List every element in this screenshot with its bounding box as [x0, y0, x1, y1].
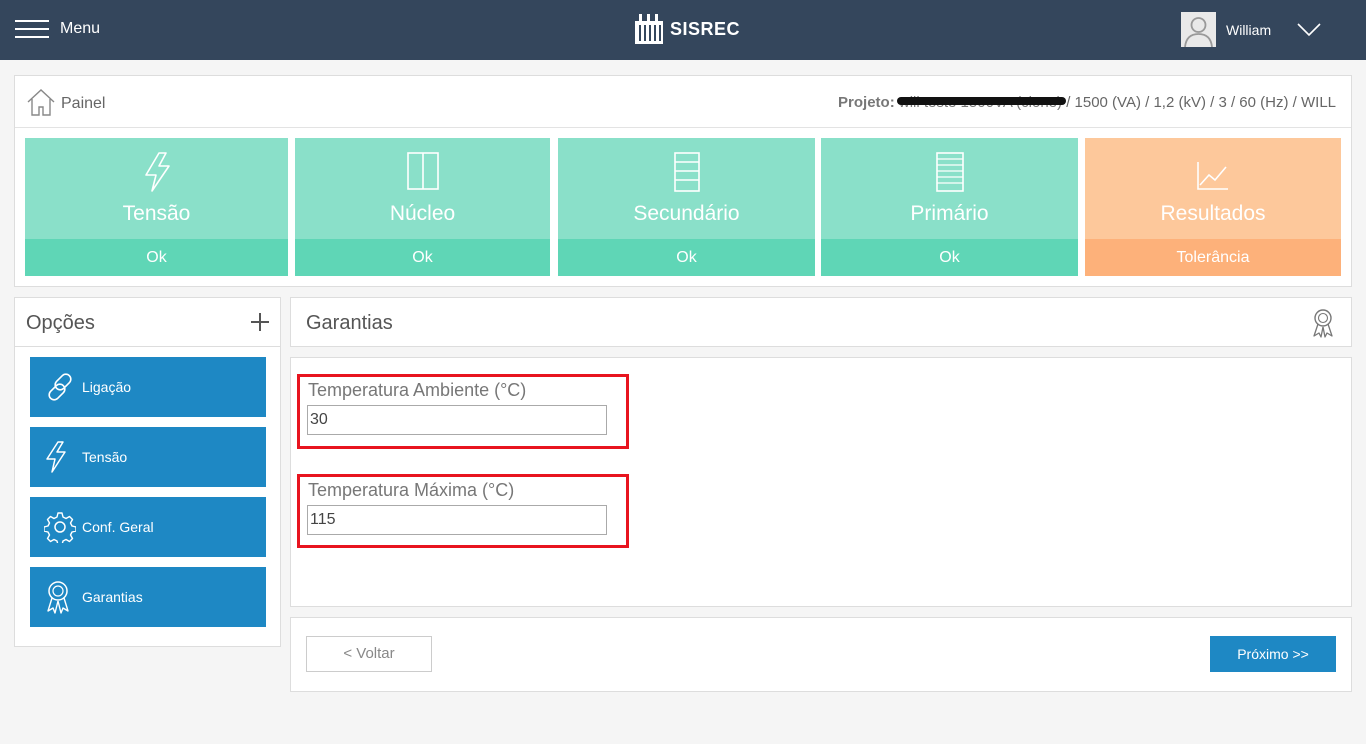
- step-secundario[interactable]: Secundário Ok: [558, 138, 815, 276]
- step-status: Tolerância: [1085, 239, 1341, 276]
- divider: [15, 127, 1351, 128]
- lightning-icon: [46, 441, 66, 473]
- step-title: Tensão: [122, 202, 191, 225]
- step-title: Resultados: [1160, 202, 1266, 225]
- step-status: Ok: [295, 239, 550, 276]
- step-status: Ok: [821, 239, 1078, 276]
- step-resultados[interactable]: Resultados Tolerância: [1085, 138, 1341, 276]
- core-icon: [406, 152, 439, 190]
- ambient-temperature-label: Temperatura Ambiente (°C): [308, 380, 527, 400]
- lightning-icon: [144, 152, 170, 192]
- project-details: / 1500 (VA) / 1,2 (kV) / 3 / 60 (Hz) / W…: [1066, 94, 1336, 111]
- step-status: Ok: [25, 239, 288, 276]
- step-title: Secundário: [633, 202, 740, 225]
- step-primario[interactable]: Primário Ok: [821, 138, 1078, 276]
- user-name: William: [1226, 21, 1272, 38]
- option-label: Ligação: [82, 379, 132, 395]
- option-label: Garantias: [82, 589, 143, 605]
- avatar: [1181, 12, 1216, 47]
- transformer-icon: [635, 14, 663, 44]
- max-temperature-input[interactable]: [307, 505, 607, 535]
- max-temperature-label: Temperatura Máxima (°C): [308, 480, 515, 500]
- ambient-temperature-field: Temperatura Ambiente (°C): [297, 374, 629, 449]
- option-garantias[interactable]: Garantias: [30, 567, 266, 627]
- top-bar: Menu SISREC William: [0, 0, 1366, 60]
- step-nucleo[interactable]: Núcleo Ok: [295, 138, 550, 276]
- menu-label: Menu: [60, 20, 101, 37]
- award-ribbon-icon: [1313, 309, 1333, 338]
- project-label: Projeto:: [838, 94, 895, 111]
- brand-logo: SISREC: [633, 12, 740, 46]
- breadcrumb-label: Painel: [61, 95, 106, 112]
- options-panel: Opções Ligação Tensão Conf. Geral Garant…: [14, 297, 281, 647]
- ambient-temperature-input[interactable]: [307, 405, 607, 435]
- menu-button[interactable]: Menu: [15, 15, 100, 43]
- option-label: Conf. Geral: [82, 519, 154, 535]
- step-title: Primário: [910, 202, 989, 225]
- coil-icon: [935, 152, 964, 192]
- max-temperature-field: Temperatura Máxima (°C): [297, 474, 629, 548]
- section-title: Garantias: [306, 312, 393, 334]
- option-ligacao[interactable]: Ligação: [30, 357, 266, 417]
- hamburger-icon: [15, 19, 49, 39]
- home-icon: [27, 89, 55, 116]
- option-label: Tensão: [82, 449, 128, 465]
- link-icon: [48, 373, 72, 401]
- project-name-redacted: will teste 1500VA (clone): [896, 94, 1067, 111]
- options-header: Opções: [15, 298, 280, 347]
- back-button[interactable]: < Voltar: [306, 636, 432, 672]
- step-title: Núcleo: [389, 202, 456, 225]
- award-ribbon-icon: [47, 581, 69, 614]
- user-menu[interactable]: William: [1181, 12, 1321, 47]
- plus-icon[interactable]: [250, 312, 270, 332]
- options-title: Opções: [26, 312, 95, 334]
- breadcrumb[interactable]: Painel: [27, 88, 105, 116]
- coil-icon: [673, 152, 700, 192]
- gear-icon: [44, 512, 76, 543]
- section-header: Garantias: [290, 297, 1352, 347]
- brand-name: SISREC: [670, 18, 741, 39]
- navigation-footer: < Voltar Próximo >>: [290, 617, 1352, 692]
- next-button[interactable]: Próximo >>: [1210, 636, 1336, 672]
- project-info: Projeto: will teste 1500VA (clone) / 150…: [838, 94, 1336, 111]
- step-status: Ok: [558, 239, 815, 276]
- chart-line-icon: [1197, 162, 1228, 190]
- project-panel: Painel Projeto: will teste 1500VA (clone…: [14, 75, 1352, 287]
- option-tensao[interactable]: Tensão: [30, 427, 266, 487]
- guarantees-form: Temperatura Ambiente (°C) Temperatura Má…: [290, 357, 1352, 607]
- option-conf-geral[interactable]: Conf. Geral: [30, 497, 266, 557]
- chevron-down-icon[interactable]: [1297, 22, 1321, 37]
- step-tensao[interactable]: Tensão Ok: [25, 138, 288, 276]
